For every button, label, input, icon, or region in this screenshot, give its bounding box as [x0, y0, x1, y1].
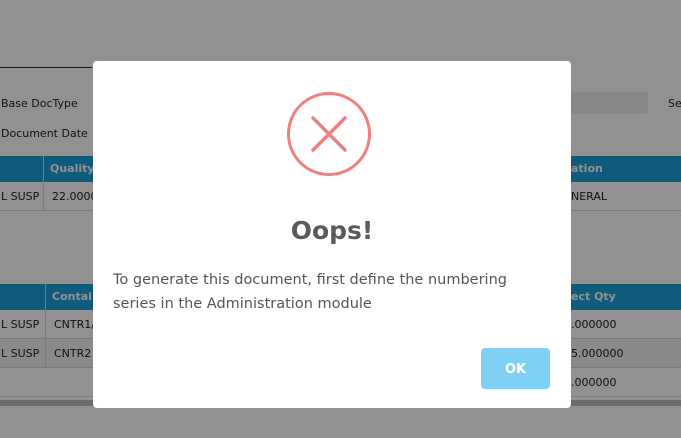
- dialog-title: Oops!: [290, 216, 374, 245]
- error-dialog: Oops! To generate this document, first d…: [93, 61, 571, 408]
- ok-button[interactable]: OK: [481, 348, 550, 389]
- dialog-message: To generate this document, first define …: [113, 272, 507, 312]
- error-x-icon: [287, 92, 371, 176]
